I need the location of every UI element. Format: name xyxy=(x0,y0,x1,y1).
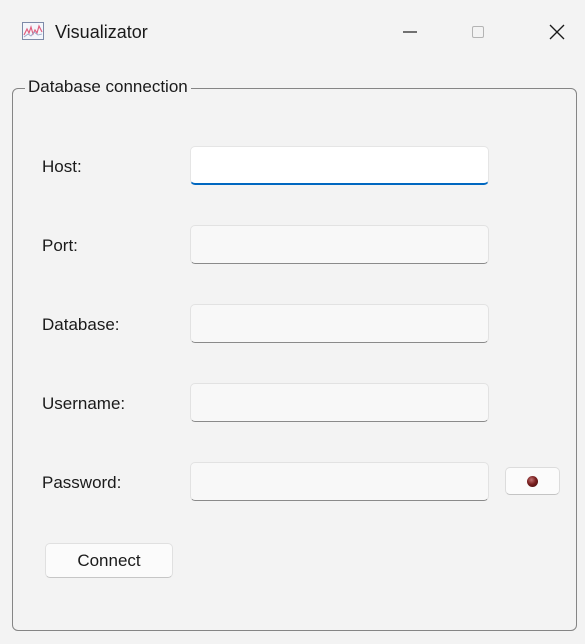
password-label: Password: xyxy=(42,473,122,492)
username-label: Username: xyxy=(42,394,126,413)
close-icon xyxy=(549,24,565,40)
close-button[interactable] xyxy=(527,0,585,64)
app-window: Visualizator Database connection Host: P… xyxy=(0,0,585,644)
connect-button[interactable]: Connect xyxy=(45,543,173,578)
minimize-button[interactable] xyxy=(380,0,440,64)
username-input[interactable] xyxy=(190,383,489,422)
group-title: Database connection xyxy=(25,75,191,99)
eye-icon xyxy=(527,475,538,487)
host-input[interactable] xyxy=(190,146,489,185)
minimize-icon xyxy=(403,31,417,33)
title-bar[interactable]: Visualizator xyxy=(0,0,585,64)
database-label: Database: xyxy=(42,315,120,334)
port-input[interactable] xyxy=(190,225,489,264)
host-label: Host: xyxy=(42,157,82,176)
maximize-icon xyxy=(472,26,484,38)
window-title: Visualizator xyxy=(55,22,148,42)
database-input[interactable] xyxy=(190,304,489,343)
chart-icon xyxy=(22,22,44,40)
password-input[interactable] xyxy=(190,462,489,501)
maximize-button[interactable] xyxy=(448,0,508,64)
port-label: Port: xyxy=(42,236,78,255)
show-password-button[interactable] xyxy=(505,467,560,495)
